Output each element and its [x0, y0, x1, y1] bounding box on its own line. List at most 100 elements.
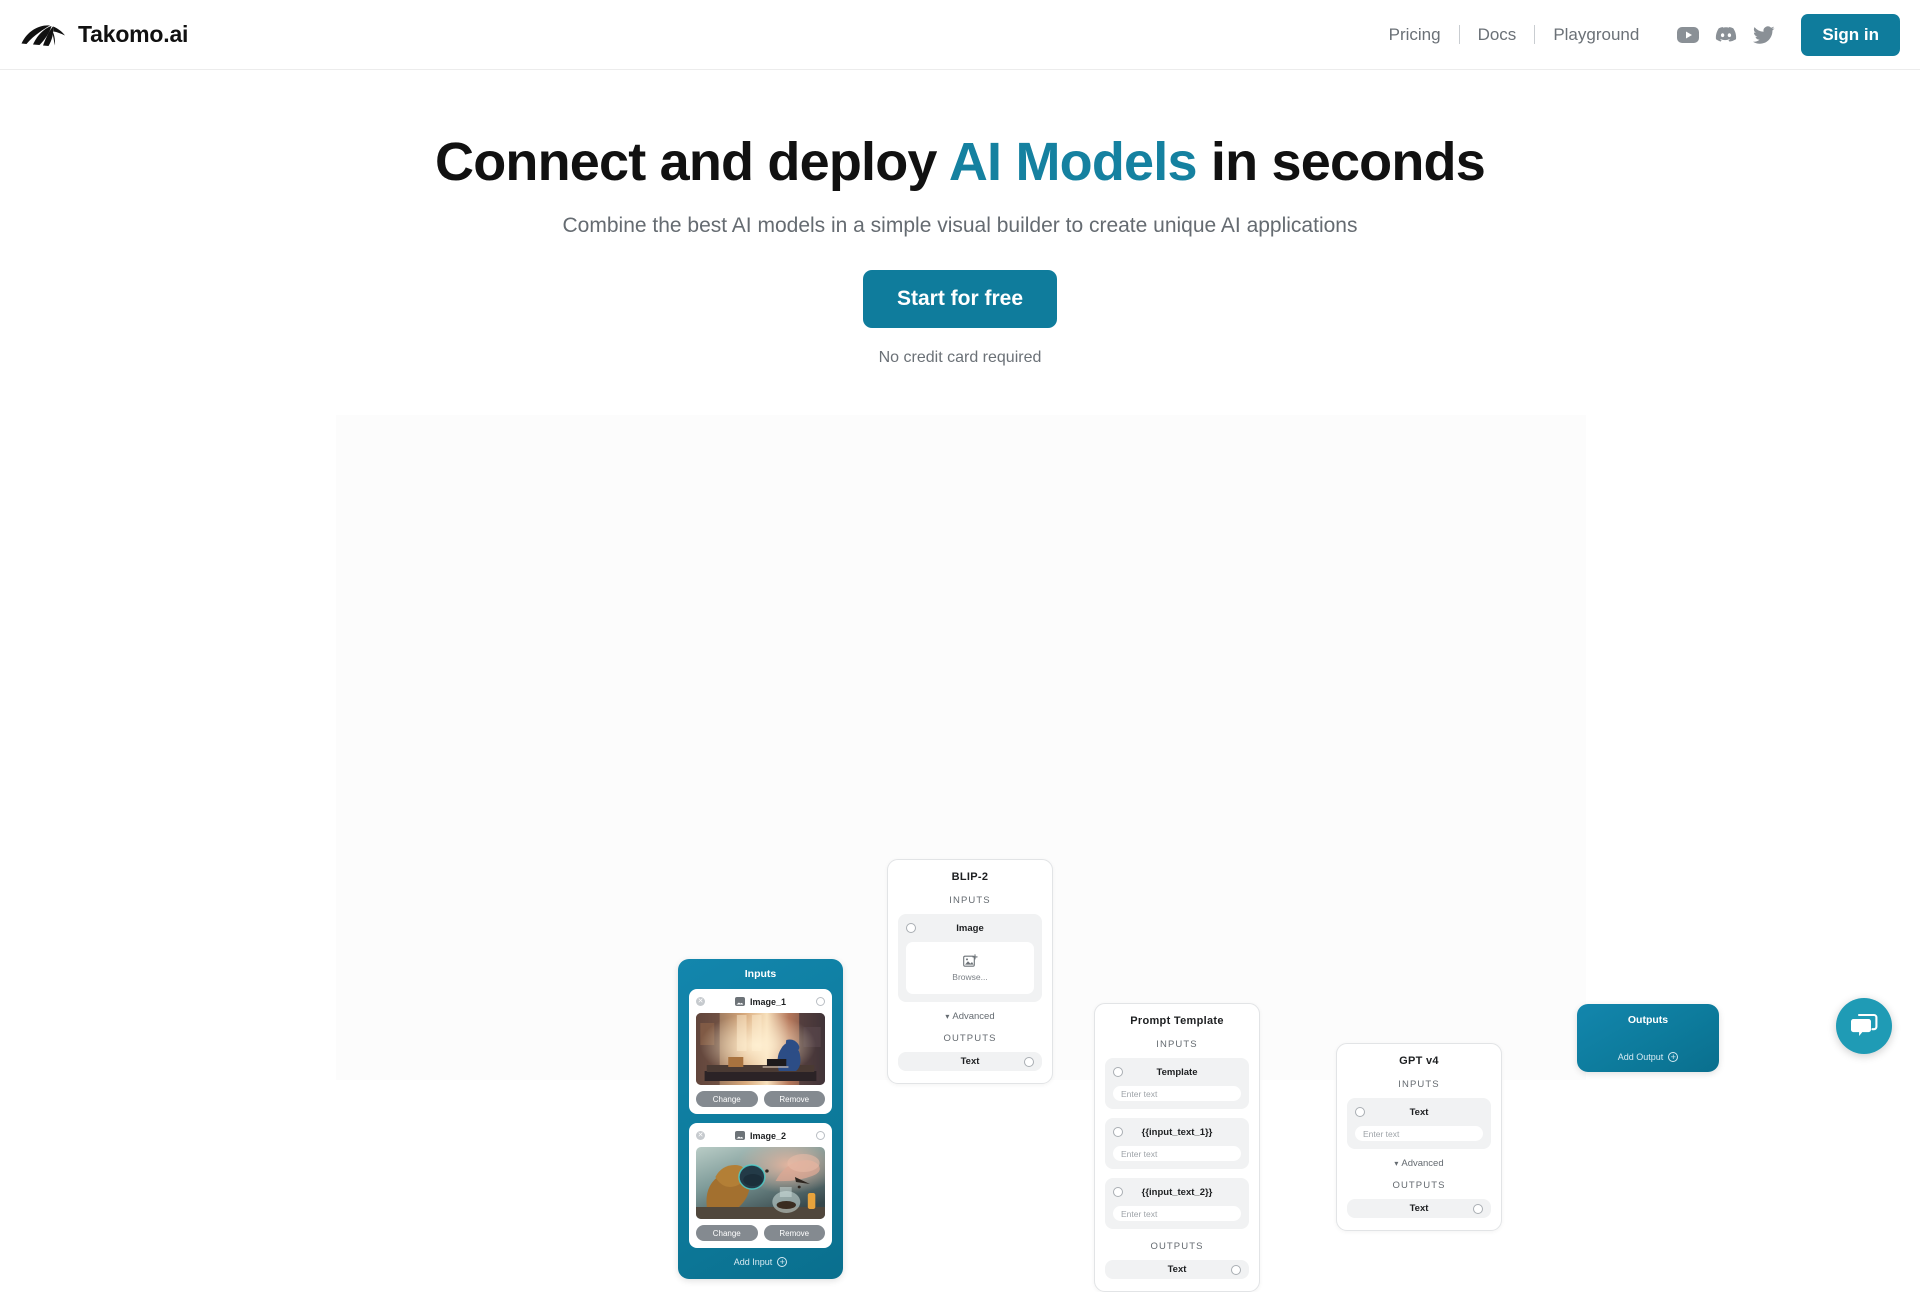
start-for-free-button[interactable]: Start for free — [863, 270, 1057, 328]
hero-subtitle: Combine the best AI models in a simple v… — [0, 214, 1920, 238]
output-port-text: Text — [898, 1052, 1042, 1071]
browse-label: Browse... — [952, 972, 987, 982]
remove-button[interactable]: Remove — [764, 1091, 826, 1107]
add-input-button[interactable]: Add Input + — [689, 1257, 832, 1267]
outputs-panel-title: Outputs — [1588, 1014, 1708, 1026]
inputs-section-label: INPUTS — [1105, 1039, 1249, 1050]
brand-name: Takomo.ai — [78, 21, 188, 48]
site-header: Takomo.ai Pricing Docs Playground Sign i… — [0, 0, 1920, 70]
twitter-icon[interactable] — [1753, 24, 1775, 46]
add-input-label: Add Input — [734, 1257, 773, 1267]
youtube-icon[interactable] — [1677, 24, 1699, 46]
close-circle-icon[interactable]: ✕ — [696, 997, 705, 1006]
inputs-section-label: INPUTS — [1347, 1079, 1491, 1090]
advanced-toggle[interactable]: ▾Advanced — [1347, 1158, 1491, 1169]
output-port-handle[interactable] — [1024, 1057, 1034, 1067]
input-port-handle[interactable] — [1113, 1067, 1123, 1077]
change-button[interactable]: Change — [696, 1225, 758, 1241]
node-gpt-v4[interactable]: GPT v4 INPUTS Text Enter text ▾Advanced … — [1336, 1043, 1502, 1231]
template-input[interactable]: Enter text — [1113, 1086, 1241, 1101]
social-links — [1677, 24, 1775, 46]
input-port-handle[interactable] — [1355, 1107, 1365, 1117]
input-card[interactable]: ✕ Image_1 — [689, 989, 832, 1114]
page-title: Connect and deploy AI Models in seconds — [0, 132, 1920, 192]
port-label: {{input_text_2}} — [1142, 1187, 1213, 1198]
add-output-button[interactable]: Add Output + — [1588, 1052, 1708, 1062]
input-card-actions: Change Remove — [696, 1091, 825, 1107]
input-thumbnail[interactable] — [696, 1013, 825, 1085]
chat-bubbles-icon — [1849, 1012, 1879, 1040]
output-port[interactable] — [816, 997, 825, 1006]
output-port-text: Text — [1347, 1199, 1491, 1218]
input-card-name: Image_1 — [750, 997, 786, 1007]
advanced-toggle[interactable]: ▾Advanced — [898, 1011, 1042, 1022]
plus-circle-icon: + — [777, 1257, 787, 1267]
takomo-wing-logo-icon — [20, 22, 66, 48]
input-card-header: ✕ Image_2 — [696, 1129, 825, 1142]
output-port-handle[interactable] — [1231, 1265, 1241, 1275]
node-title: BLIP-2 — [898, 871, 1042, 883]
output-port[interactable] — [816, 1131, 825, 1140]
port-label: {{input_text_1}} — [1142, 1127, 1213, 1138]
discord-icon[interactable] — [1715, 24, 1737, 46]
input-card-header: ✕ Image_1 — [696, 995, 825, 1008]
inputs-panel-title: Inputs — [689, 968, 832, 980]
input-thumbnail[interactable] — [696, 1147, 825, 1219]
cta-note: No credit card required — [0, 349, 1920, 367]
outputs-panel: Outputs Add Output + — [1577, 1004, 1719, 1072]
input-port-handle[interactable] — [1113, 1187, 1123, 1197]
hero-section: Connect and deploy AI Models in seconds … — [0, 70, 1920, 367]
input-port-handle[interactable] — [1113, 1127, 1123, 1137]
brand-logo-link[interactable]: Takomo.ai — [20, 21, 188, 48]
image-add-icon — [963, 954, 978, 968]
image-browse-dropzone[interactable]: Browse... — [906, 942, 1034, 994]
change-button[interactable]: Change — [696, 1091, 758, 1107]
input-port-input-text-2: {{input_text_2}} Enter text — [1105, 1178, 1249, 1229]
sign-in-button[interactable]: Sign in — [1801, 14, 1900, 56]
input-port-template: Template Enter text — [1105, 1058, 1249, 1109]
input-text-1-input[interactable]: Enter text — [1113, 1146, 1241, 1161]
main-nav: Pricing Docs Playground Sign in — [1371, 14, 1900, 56]
close-circle-icon[interactable]: ✕ — [696, 1131, 705, 1140]
text-input[interactable]: Enter text — [1355, 1126, 1483, 1141]
nav-link-pricing[interactable]: Pricing — [1371, 25, 1459, 45]
node-blip-2[interactable]: BLIP-2 INPUTS Image Browse... ▾Advanced … — [887, 859, 1053, 1084]
port-label: Text — [1168, 1264, 1187, 1275]
chevron-down-icon: ▾ — [945, 1012, 949, 1021]
input-card-name: Image_2 — [750, 1131, 786, 1141]
add-output-label: Add Output — [1618, 1052, 1664, 1062]
port-label: Template — [1156, 1067, 1197, 1078]
advanced-label: Advanced — [1401, 1158, 1443, 1169]
port-label: Image — [956, 923, 983, 934]
node-title: Prompt Template — [1105, 1015, 1249, 1027]
plus-circle-icon: + — [1668, 1052, 1678, 1062]
nav-link-docs[interactable]: Docs — [1460, 25, 1535, 45]
input-port-input-text-1: {{input_text_1}} Enter text — [1105, 1118, 1249, 1169]
nav-link-playground[interactable]: Playground — [1535, 25, 1657, 45]
outputs-section-label: OUTPUTS — [1347, 1180, 1491, 1191]
chevron-down-icon: ▾ — [1394, 1159, 1398, 1168]
inputs-section-label: INPUTS — [898, 895, 1042, 906]
image-icon — [735, 1131, 745, 1140]
node-prompt-template[interactable]: Prompt Template INPUTS Template Enter te… — [1094, 1003, 1260, 1292]
port-label: Text — [1410, 1107, 1429, 1118]
outputs-section-label: OUTPUTS — [898, 1033, 1042, 1044]
input-port-handle[interactable] — [906, 923, 916, 933]
outputs-section-label: OUTPUTS — [1105, 1241, 1249, 1252]
hero-title-accent: AI Models — [949, 132, 1197, 192]
output-port-handle[interactable] — [1473, 1204, 1483, 1214]
input-card-actions: Change Remove — [696, 1225, 825, 1241]
input-card[interactable]: ✕ Image_2 — [689, 1123, 832, 1248]
hero-title-part2: in seconds — [1197, 132, 1485, 192]
chat-widget-button[interactable] — [1836, 998, 1892, 1054]
image-icon — [735, 997, 745, 1006]
port-label: Text — [961, 1056, 980, 1067]
hero-title-part1: Connect and deploy — [435, 132, 949, 192]
inputs-panel: Inputs ✕ Image_1 — [678, 959, 843, 1279]
flow-canvas[interactable]: Inputs ✕ Image_1 — [336, 415, 1586, 1080]
node-title: GPT v4 — [1347, 1055, 1491, 1067]
remove-button[interactable]: Remove — [764, 1225, 826, 1241]
input-port-image: Image Browse... — [898, 914, 1042, 1002]
input-text-2-input[interactable]: Enter text — [1113, 1206, 1241, 1221]
port-label: Text — [1410, 1203, 1429, 1214]
